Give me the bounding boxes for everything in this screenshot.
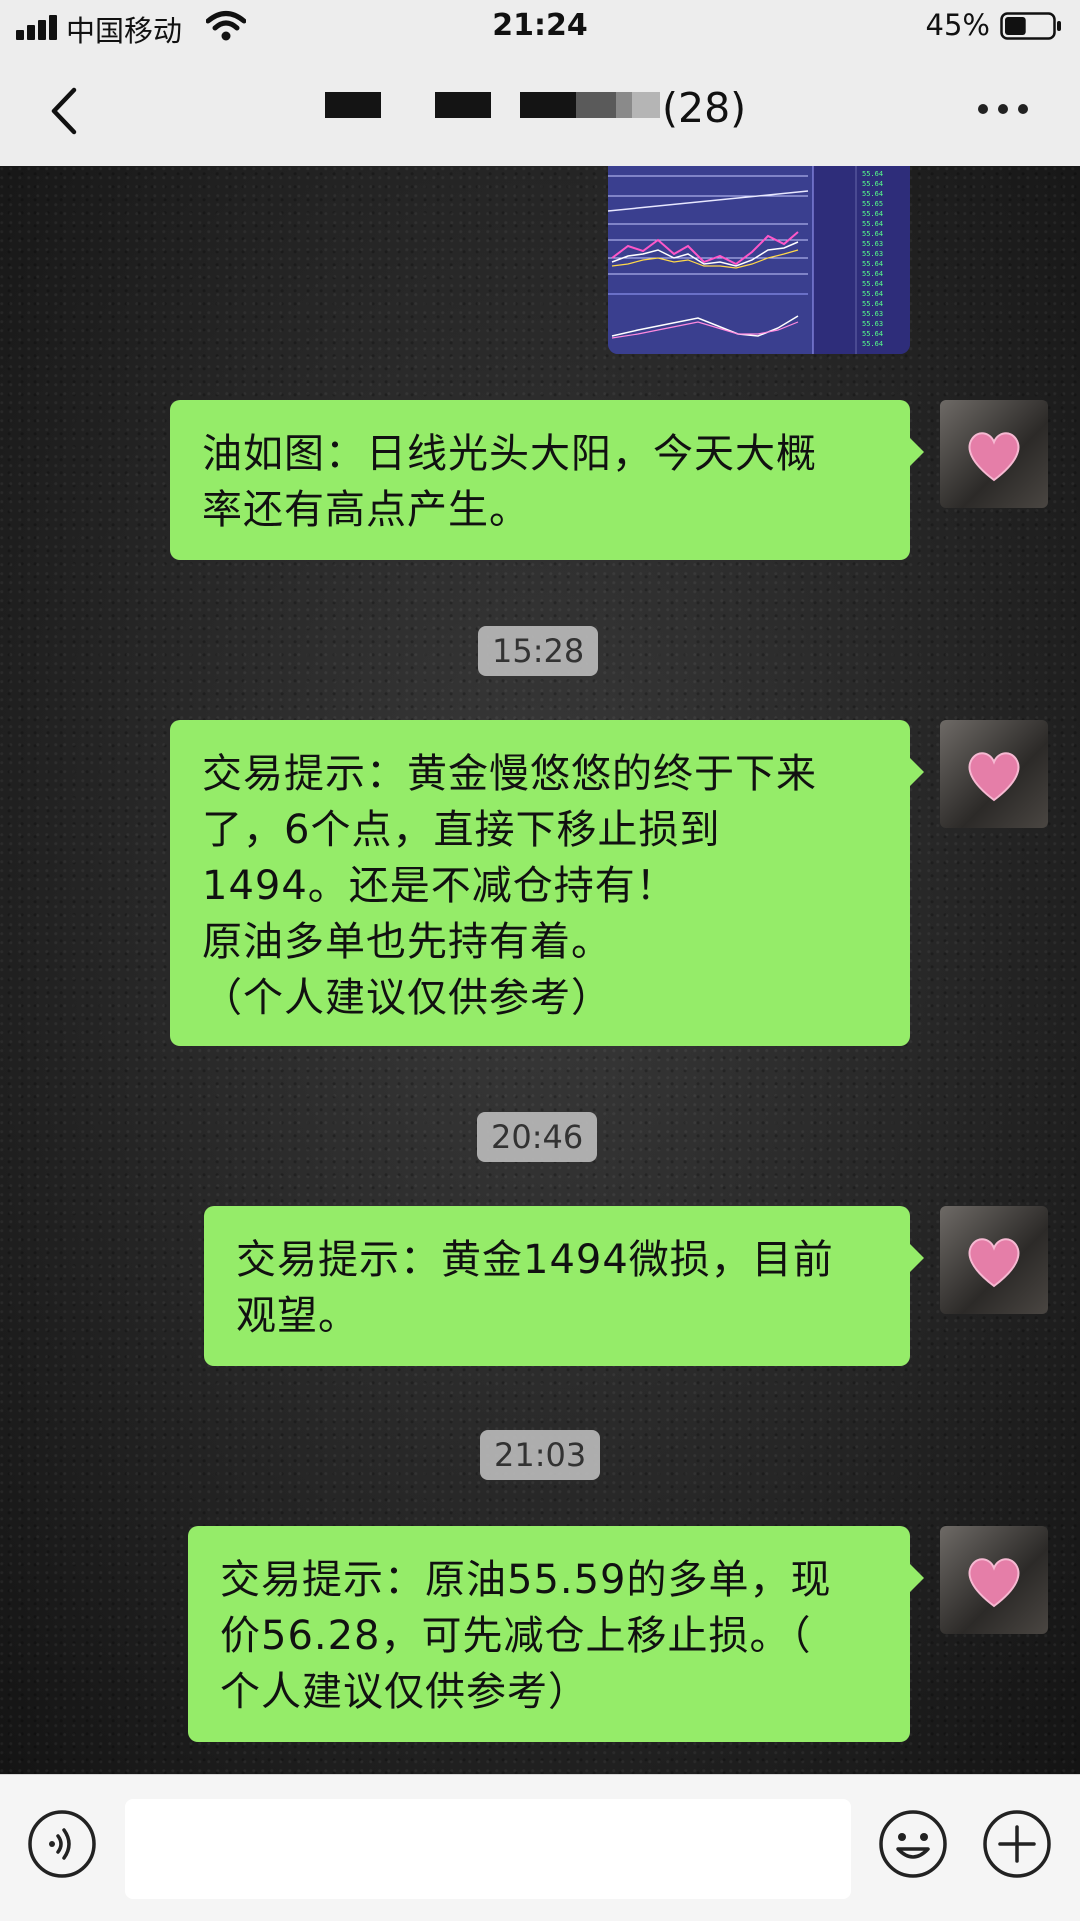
message-bubble[interactable]: 交易提示：原油55.59的多单，现 价56.28，可先减仓上移止损。（ 个人建议…	[188, 1526, 924, 1742]
emoji-icon[interactable]	[878, 1809, 948, 1879]
message-line: 交易提示：黄金慢悠悠的终于下来	[202, 751, 817, 797]
svg-text:55.64: 55.64	[862, 220, 883, 228]
message-line: 个人建议仅供参考）	[220, 1669, 589, 1715]
svg-text:55.64: 55.64	[862, 230, 883, 238]
svg-text:55.64: 55.64	[862, 290, 883, 298]
battery-icon	[1000, 12, 1061, 40]
heart-icon	[968, 752, 1020, 802]
svg-text:55.63: 55.63	[862, 250, 883, 258]
top-bar: 中国移动 21:24 45% (28)	[0, 0, 1080, 166]
time-stamp: 15:28	[478, 626, 599, 676]
svg-text:55.64: 55.64	[862, 260, 883, 268]
time-stamp: 20:46	[477, 1112, 598, 1162]
message-line: （个人建议仅供参考）	[202, 975, 612, 1021]
svg-text:55.63: 55.63	[862, 240, 883, 248]
message-line: 价56.28，可先减仓上移止损。（	[220, 1613, 812, 1659]
svg-text:55.63: 55.63	[862, 320, 883, 328]
message-line: 交易提示：原油55.59的多单，现	[220, 1557, 832, 1603]
plus-icon[interactable]	[982, 1809, 1052, 1879]
heart-icon	[968, 1238, 1020, 1288]
svg-text:55.64: 55.64	[862, 210, 883, 218]
svg-text:55.65: 55.65	[862, 200, 883, 208]
message-input[interactable]	[125, 1799, 851, 1899]
svg-text:55.64: 55.64	[862, 180, 883, 188]
svg-text:55.64: 55.64	[862, 340, 883, 348]
svg-text:55.64: 55.64	[862, 190, 883, 198]
message-line: 率还有高点产生。	[202, 487, 530, 533]
message-bubble[interactable]: 交易提示：黄金1494微损，目前 观望。	[204, 1206, 924, 1366]
message-line: 观望。	[236, 1293, 359, 1339]
avatar[interactable]	[940, 1526, 1048, 1634]
message-bubble[interactable]: 油如图：日线光头大阳，今天大概 率还有高点产生。	[170, 400, 924, 560]
chart-thumbnail: 55.64 55.64 55.64 55.65 55.64 55.64 55.64 55…	[608, 166, 910, 354]
chevron-left-icon[interactable]	[44, 86, 84, 136]
message-line: 原油多单也先持有着。	[202, 919, 612, 965]
svg-text:55.64: 55.64	[862, 270, 883, 278]
svg-text:55.64: 55.64	[862, 170, 883, 178]
time-stamp: 21:03	[480, 1430, 601, 1480]
status-bar: 中国移动 21:24 45%	[0, 0, 1080, 56]
avatar[interactable]	[940, 720, 1048, 828]
status-time: 21:24	[492, 8, 588, 43]
message-line: 交易提示：黄金1494微损，目前	[236, 1237, 834, 1283]
input-bar	[0, 1774, 1080, 1921]
svg-text:55.63: 55.63	[862, 310, 883, 318]
svg-text:55.64: 55.64	[862, 280, 883, 288]
nav-bar: (28)	[0, 56, 1080, 166]
svg-text:55.64: 55.64	[862, 330, 883, 338]
avatar[interactable]	[940, 1206, 1048, 1314]
voice-icon[interactable]	[27, 1809, 97, 1879]
heart-icon	[968, 1558, 1020, 1608]
avatar[interactable]	[940, 400, 1048, 508]
message-line: 1494。还是不减仓持有！	[202, 863, 677, 909]
heart-icon	[968, 432, 1020, 482]
chat-area[interactable]: 55.64 55.64 55.64 55.65 55.64 55.64 55.64 55…	[0, 166, 1080, 1774]
svg-text:55.64: 55.64	[862, 300, 883, 308]
more-dots-icon[interactable]	[978, 104, 1028, 118]
battery-percent: 45%	[925, 8, 990, 42]
message-line: 油如图：日线光头大阳，今天大概	[202, 431, 817, 477]
stock-chart-image[interactable]: 55.64 55.64 55.64 55.65 55.64 55.64 55.64 55…	[608, 166, 910, 354]
member-count: (28)	[662, 84, 747, 132]
message-line: 了，6个点，直接下移止损到	[202, 807, 721, 853]
message-bubble[interactable]: 交易提示：黄金慢悠悠的终于下来 了，6个点，直接下移止损到 1494。还是不减仓…	[170, 720, 924, 1046]
